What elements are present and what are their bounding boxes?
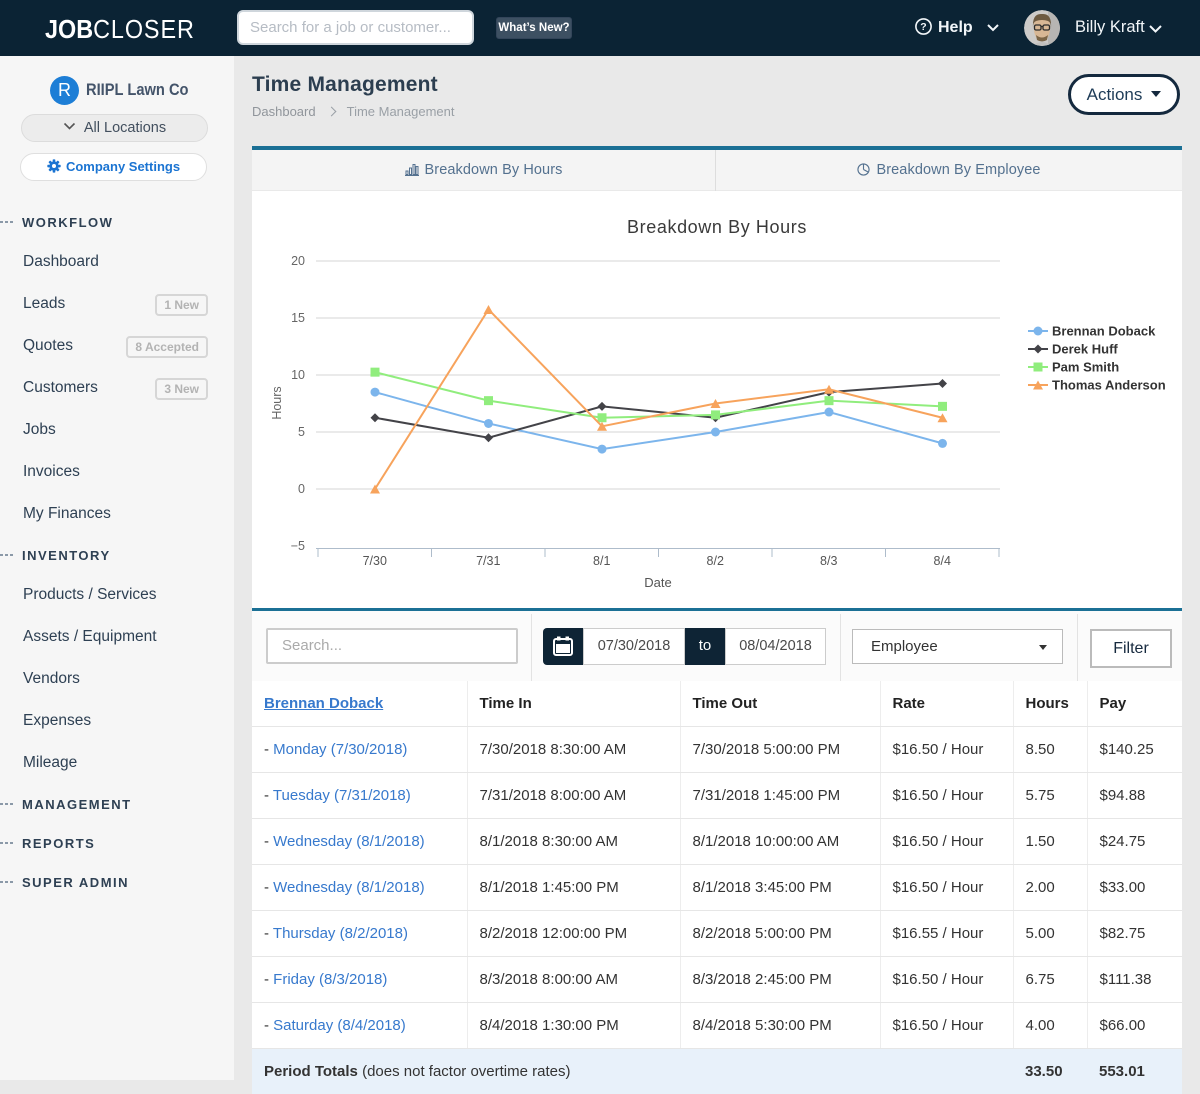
svg-text:8/4: 8/4 [934, 554, 951, 568]
svg-text:Brennan Doback: Brennan Doback [1052, 324, 1156, 339]
svg-text:8/3: 8/3 [820, 554, 837, 568]
svg-text:Date: Date [644, 575, 671, 590]
svg-text:7/30: 7/30 [363, 554, 387, 568]
svg-text:10: 10 [291, 368, 305, 382]
svg-text:Pam Smith: Pam Smith [1052, 360, 1119, 375]
svg-text:20: 20 [291, 254, 305, 268]
svg-text:0: 0 [298, 482, 305, 496]
svg-text:Breakdown By Hours: Breakdown By Hours [627, 217, 807, 237]
svg-text:8/2: 8/2 [707, 554, 724, 568]
svg-text:8/1: 8/1 [593, 554, 610, 568]
svg-text:Hours: Hours [270, 386, 284, 419]
svg-text:?: ? [920, 21, 926, 33]
svg-text:5: 5 [298, 425, 305, 439]
svg-text:15: 15 [291, 311, 305, 325]
svg-text:Derek Huff: Derek Huff [1052, 342, 1118, 357]
svg-text:−5: −5 [291, 539, 305, 553]
svg-text:7/31: 7/31 [476, 554, 500, 568]
svg-text:Thomas Anderson: Thomas Anderson [1052, 378, 1166, 393]
